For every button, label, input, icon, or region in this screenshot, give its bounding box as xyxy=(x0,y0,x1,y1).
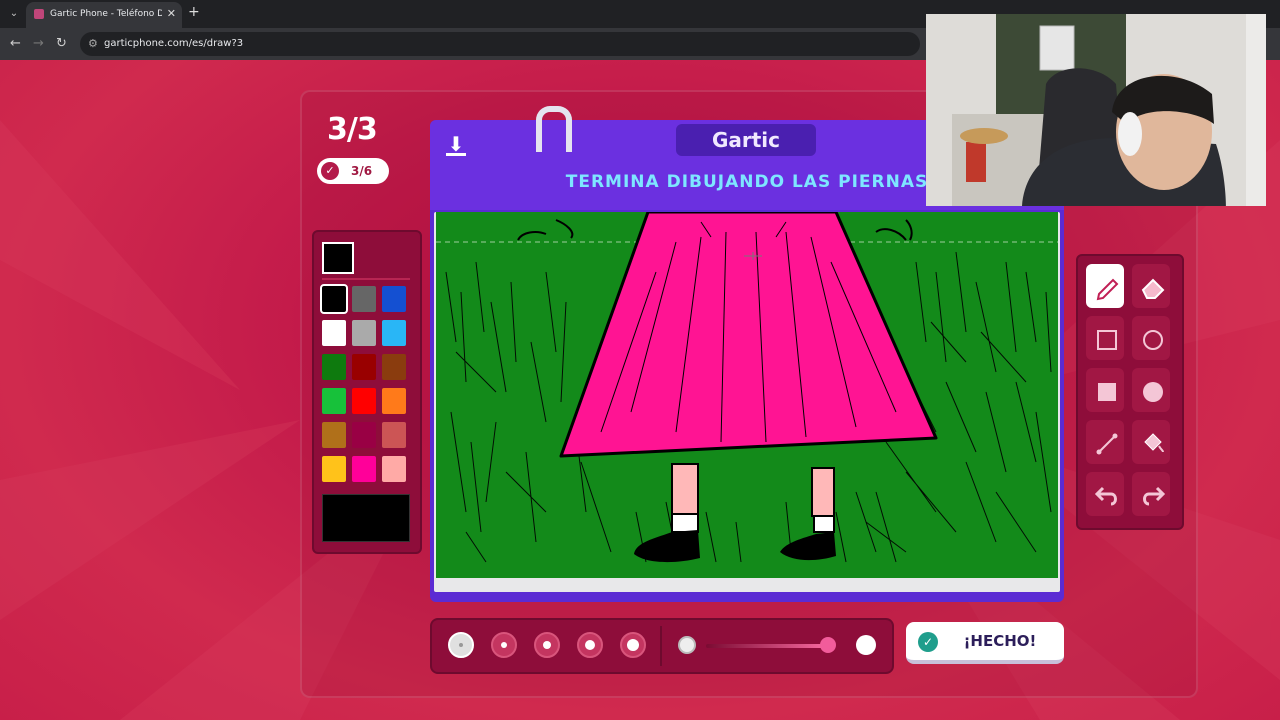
tool-pencil-button[interactable] xyxy=(1086,264,1124,308)
brush-dot-icon xyxy=(585,640,595,650)
color-swatch-pink[interactable] xyxy=(382,456,406,482)
tab-search-icon[interactable]: ⌄ xyxy=(6,6,22,22)
new-tab-icon[interactable]: + xyxy=(188,4,200,20)
brush-size-5-button[interactable] xyxy=(620,632,646,658)
line-icon xyxy=(1096,433,1118,455)
brush-size-3-button[interactable] xyxy=(534,632,560,658)
tool-ellipse-outline-button[interactable] xyxy=(1132,316,1170,360)
url-text: garticphone.com/es/draw?3 xyxy=(104,38,244,49)
tool-eraser-button[interactable] xyxy=(1132,264,1170,308)
gartic-logo: Gartic xyxy=(711,128,781,152)
done-button[interactable]: ✓ ¡HECHO! xyxy=(906,622,1064,664)
color-swatch-blue[interactable] xyxy=(382,286,406,312)
color-swatch-orange[interactable] xyxy=(382,388,406,414)
tool-ellipse-filled-button[interactable] xyxy=(1132,368,1170,412)
pencil-icon xyxy=(1096,278,1119,301)
color-swatch-ochre[interactable] xyxy=(322,422,346,448)
drawing-artwork xyxy=(436,212,1058,578)
brush-settings xyxy=(430,618,894,674)
tab-title: Gartic Phone - Teléfono Descon xyxy=(50,9,162,19)
tool-line-button[interactable] xyxy=(1086,420,1124,464)
webcam-overlay xyxy=(926,14,1266,206)
opacity-low-icon xyxy=(678,636,696,654)
round-counter: 3/3 xyxy=(327,112,378,147)
tool-undo-button[interactable] xyxy=(1086,472,1124,516)
ellipse-filled-icon xyxy=(1143,382,1163,402)
color-swatch-cyan[interactable] xyxy=(382,320,406,346)
brush-size-4-button[interactable] xyxy=(577,632,603,658)
forward-icon[interactable]: → xyxy=(33,36,44,52)
favicon-icon xyxy=(34,9,44,19)
fill-bucket-icon xyxy=(1144,433,1164,453)
browser-tab[interactable]: Gartic Phone - Teléfono Descon ✕ xyxy=(26,2,182,28)
brush-dot-icon xyxy=(627,639,639,651)
color-swatch-red[interactable] xyxy=(352,388,376,414)
palette-divider xyxy=(322,278,410,280)
custom-color-preview[interactable] xyxy=(322,494,410,542)
logo-tab: Gartic xyxy=(676,124,816,156)
rectangle-outline-icon xyxy=(1097,330,1117,350)
back-icon[interactable]: ← xyxy=(10,36,21,52)
tool-rectangle-filled-button[interactable] xyxy=(1086,368,1124,412)
done-players-count: 3/6 xyxy=(351,164,373,178)
download-icon[interactable]: ⬇ xyxy=(444,132,468,156)
brush-dot-icon xyxy=(459,643,463,647)
color-swatch-dark-red[interactable] xyxy=(352,354,376,380)
tool-panel xyxy=(1076,254,1184,530)
reload-icon[interactable]: ↻ xyxy=(56,36,67,52)
check-icon: ✓ xyxy=(321,162,339,180)
opacity-slider-thumb[interactable] xyxy=(819,637,836,653)
color-swatch-dark-green[interactable] xyxy=(322,354,346,380)
done-players-badge: ✓ 3/6 xyxy=(317,158,389,184)
brush-size-2-button[interactable] xyxy=(491,632,517,658)
tool-redo-button[interactable] xyxy=(1132,472,1170,516)
opacity-slider[interactable] xyxy=(706,644,834,648)
drawing-canvas[interactable] xyxy=(436,212,1058,578)
brush-dot-icon xyxy=(543,641,551,649)
settings-divider xyxy=(660,626,662,666)
color-swatch-dark-gray[interactable] xyxy=(352,286,376,312)
undo-icon xyxy=(1094,486,1117,506)
color-swatch-white[interactable] xyxy=(322,320,346,346)
color-palette xyxy=(312,230,422,554)
rectangle-filled-icon xyxy=(1098,383,1116,401)
color-swatch-rose[interactable] xyxy=(382,422,406,448)
check-icon: ✓ xyxy=(918,632,938,652)
color-swatch-green[interactable] xyxy=(322,388,346,414)
opacity-high-icon xyxy=(856,635,876,655)
brush-size-1-button[interactable] xyxy=(448,632,474,658)
done-button-label: ¡HECHO! xyxy=(963,632,1037,650)
current-color xyxy=(322,242,354,274)
tool-fill-bucket-button[interactable] xyxy=(1132,420,1170,464)
site-info-icon[interactable]: ⚙ xyxy=(88,37,98,50)
color-swatch-brown[interactable] xyxy=(382,354,406,380)
color-swatch-maroon[interactable] xyxy=(352,422,376,448)
color-swatch-magenta[interactable] xyxy=(352,456,376,482)
color-swatch-yellow[interactable] xyxy=(322,456,346,482)
redo-icon xyxy=(1143,486,1166,506)
address-bar[interactable]: ⚙ garticphone.com/es/draw?3 xyxy=(80,32,920,56)
color-swatch-black[interactable] xyxy=(320,284,348,314)
webcam-image xyxy=(926,14,1266,206)
notebook-ring xyxy=(536,106,572,152)
tool-rectangle-outline-button[interactable] xyxy=(1086,316,1124,360)
color-swatch-light-gray[interactable] xyxy=(352,320,376,346)
close-tab-icon[interactable]: ✕ xyxy=(167,2,176,26)
eraser-icon xyxy=(1141,278,1165,299)
brush-dot-icon xyxy=(501,642,507,648)
ellipse-outline-icon xyxy=(1143,330,1163,350)
